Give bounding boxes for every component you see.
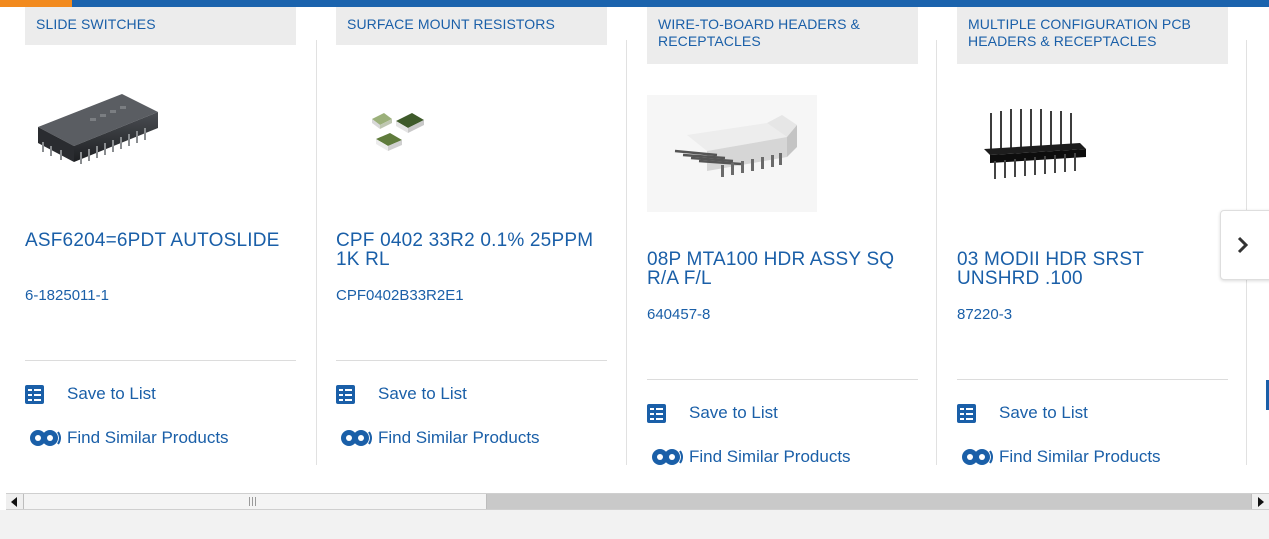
product-name[interactable]: 03 MODII HDR SRST UNSHRD .100: [957, 250, 1217, 288]
part-number[interactable]: 87220-3: [957, 306, 1012, 323]
category-label[interactable]: MULTIPLE CONFIGURATION PCB HEADERS & REC…: [957, 7, 1228, 64]
checklist-icon: [957, 403, 976, 423]
scrollbar-track[interactable]: [487, 494, 1251, 509]
category-label[interactable]: SLIDE SWITCHES: [25, 7, 296, 45]
gears-icon: [30, 430, 61, 446]
scroll-left-arrow[interactable]: [6, 494, 24, 509]
checklist-icon: [647, 403, 666, 423]
product-card: MULTIPLE CONFIGURATION PCB HEADERS & REC…: [932, 7, 1228, 477]
gears-icon: [652, 449, 683, 465]
product-name[interactable]: ASF6204=6PDT AUTOSLIDE: [25, 231, 285, 250]
product-card: SLIDE SWITCHES ASF6204=6PDT AUTOSLIDE 6-…: [0, 7, 296, 477]
top-bar-accent: [0, 0, 72, 7]
checklist-icon: [336, 384, 355, 404]
gears-icon: [341, 430, 372, 446]
find-similar-label: Find Similar Products: [999, 447, 1161, 466]
product-image[interactable]: [366, 105, 456, 160]
find-similar-button[interactable]: Find Similar Products: [647, 447, 851, 467]
save-to-list-button[interactable]: Save to List: [336, 384, 467, 404]
category-label[interactable]: SURFACE MOUNT RESISTORS: [336, 7, 607, 45]
save-to-list-button[interactable]: Save to List: [25, 384, 156, 404]
find-similar-button[interactable]: Find Similar Products: [957, 447, 1161, 467]
find-similar-label: Find Similar Products: [689, 447, 851, 466]
product-name[interactable]: 08P MTA100 HDR ASSY SQ R/A F/L: [647, 250, 907, 288]
top-bar: [0, 0, 1269, 7]
gears-icon: [962, 449, 993, 465]
part-number[interactable]: 640457-8: [647, 306, 710, 323]
find-similar-button[interactable]: Find Similar Products: [336, 428, 540, 448]
divider: [957, 379, 1228, 380]
product-image[interactable]: [647, 95, 817, 212]
find-similar-label: Find Similar Products: [378, 428, 540, 447]
product-card: WIRE-TO-BOARD HEADERS & RECEPTACLES 08P …: [622, 7, 918, 477]
scrollbar-thumb[interactable]: [24, 494, 487, 509]
save-to-list-button[interactable]: Save to List: [647, 403, 778, 423]
product-card: SURFACE MOUNT RESISTORS CPF 0402 33R2 0.…: [311, 7, 607, 477]
find-similar-label: Find Similar Products: [67, 428, 229, 447]
carousel-next-button[interactable]: [1220, 210, 1269, 280]
part-number[interactable]: CPF0402B33R2E1: [336, 287, 464, 304]
divider: [25, 360, 296, 361]
save-to-list-label: Save to List: [689, 403, 778, 422]
save-to-list-label: Save to List: [378, 384, 467, 403]
save-to-list-button[interactable]: Save to List: [957, 403, 1088, 423]
save-to-list-label: Save to List: [999, 403, 1088, 422]
product-image[interactable]: [30, 82, 160, 177]
chevron-right-icon: [1237, 236, 1249, 254]
divider: [336, 360, 607, 361]
find-similar-button[interactable]: Find Similar Products: [25, 428, 229, 448]
product-name[interactable]: CPF 0402 33R2 0.1% 25PPM 1K RL: [336, 231, 596, 269]
divider: [647, 379, 918, 380]
scroll-right-arrow[interactable]: [1251, 494, 1269, 509]
product-image[interactable]: [980, 105, 1095, 195]
horizontal-scrollbar[interactable]: [6, 493, 1269, 510]
save-to-list-label: Save to List: [67, 384, 156, 403]
part-number[interactable]: 6-1825011-1: [25, 287, 109, 304]
scrollbar-grip: [249, 497, 257, 506]
checklist-icon: [25, 384, 44, 404]
bottom-area: [0, 510, 1269, 539]
category-label[interactable]: WIRE-TO-BOARD HEADERS & RECEPTACLES: [647, 7, 918, 64]
